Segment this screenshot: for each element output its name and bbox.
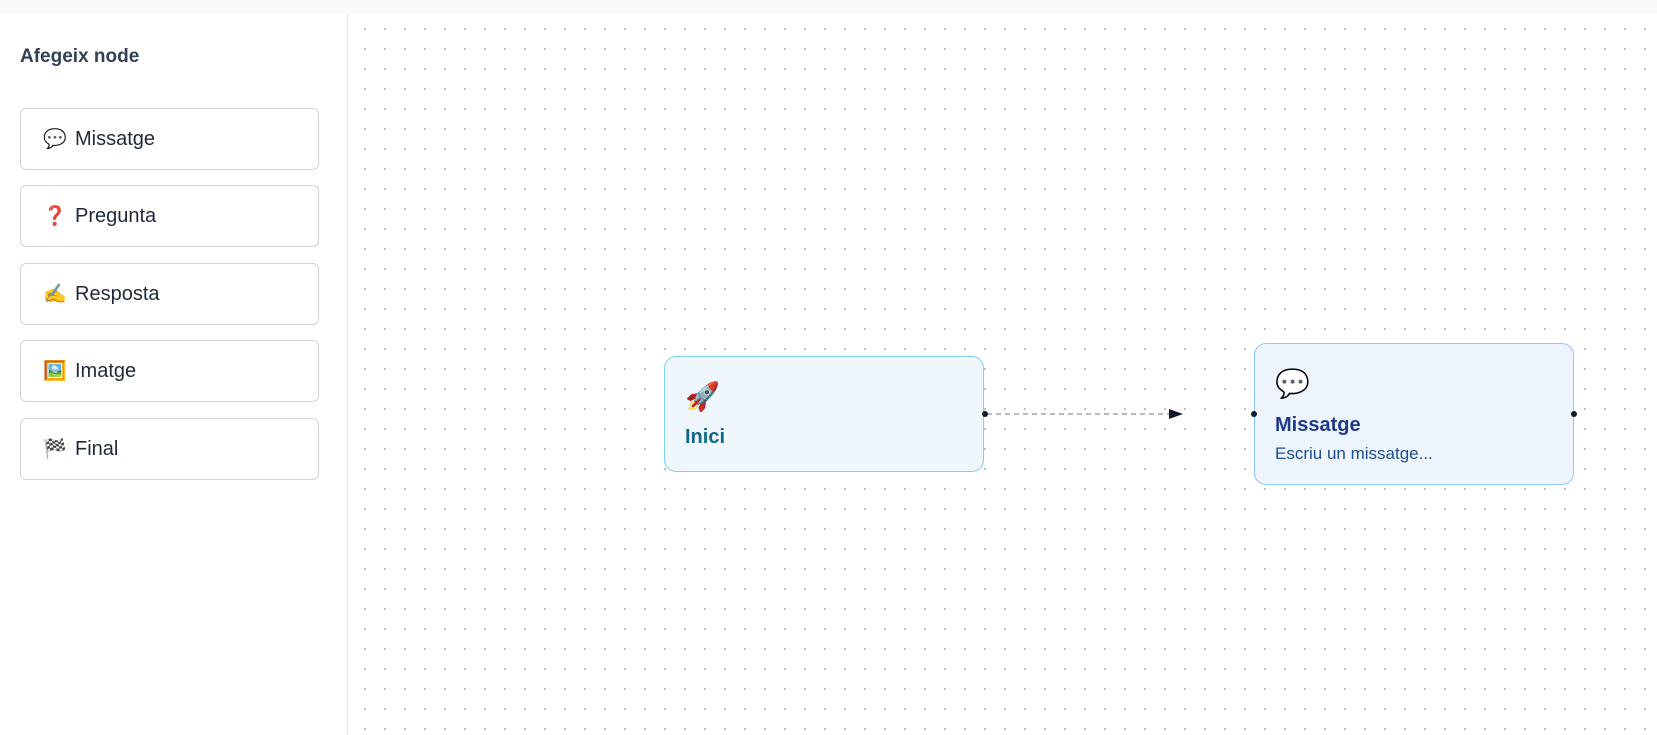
node-palette-sidebar: Afegeix node 💬 Missatge ❓ Pregunta ✍️ Re… — [0, 13, 348, 735]
checkered-flag-icon: 🏁 — [43, 438, 67, 460]
message-node-target-handle[interactable] — [1251, 411, 1257, 417]
add-image-node-button[interactable]: 🖼️ Imatge — [20, 340, 319, 402]
add-answer-node-button[interactable]: ✍️ Resposta — [20, 263, 319, 325]
add-question-node-label: Pregunta — [75, 204, 157, 227]
picture-icon: 🖼️ — [43, 360, 67, 382]
message-node[interactable]: 💬 Missatge Escriu un missatge... — [1254, 343, 1574, 485]
sidebar-title: Afegeix node — [20, 46, 140, 67]
flow-canvas[interactable]: 🚀 Inici 💬 Missatge Escriu un missatge... — [349, 13, 1657, 735]
message-node-text: Escriu un missatge... — [1275, 444, 1433, 463]
add-image-node-label: Imatge — [75, 359, 137, 382]
speech-bubble-icon: 💬 — [1275, 368, 1310, 399]
add-question-node-button[interactable]: ❓ Pregunta — [20, 185, 319, 247]
add-message-node-label: Missatge — [75, 127, 156, 150]
add-answer-node-label: Resposta — [75, 282, 160, 305]
message-node-source-handle[interactable] — [1571, 411, 1577, 417]
start-node[interactable]: 🚀 Inici — [664, 356, 984, 472]
top-bar — [0, 0, 1657, 13]
speech-bubble-icon: 💬 — [43, 128, 67, 150]
add-message-node-button[interactable]: 💬 Missatge — [20, 108, 319, 170]
add-final-node-label: Final — [75, 437, 119, 460]
add-final-node-button[interactable]: 🏁 Final — [20, 418, 319, 480]
writing-hand-icon: ✍️ — [43, 283, 67, 305]
start-node-title: Inici — [685, 426, 726, 448]
message-node-title: Missatge — [1275, 414, 1361, 436]
question-mark-icon: ❓ — [43, 205, 67, 227]
start-node-source-handle[interactable] — [982, 411, 988, 417]
rocket-icon: 🚀 — [685, 381, 720, 412]
